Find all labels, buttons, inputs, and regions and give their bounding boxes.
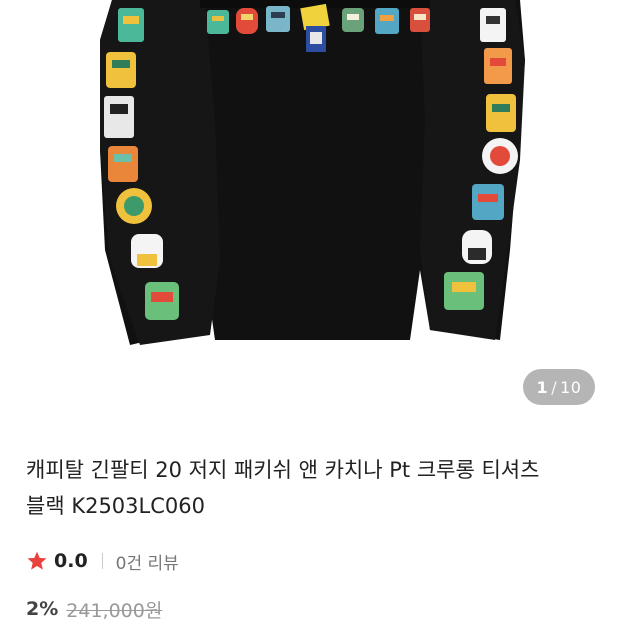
rating-value: 0.0: [54, 550, 88, 572]
divider: [101, 553, 103, 569]
discount-rate: 2%: [26, 598, 59, 620]
product-title: 캐피탈 긴팔티 20 저지 패키쉬 앤 카치나 Pt 크루롱 티셔츠 블랙 K2…: [26, 452, 596, 524]
product-image-carousel[interactable]: 1 / 10: [0, 0, 620, 415]
product-image: [100, 0, 525, 345]
pager-current: 1: [536, 377, 549, 397]
image-pager: 1 / 10: [523, 369, 595, 405]
product-title-line1: 캐피탈 긴팔티 20 저지 패키쉬 앤 카치나 Pt 크루롱 티셔츠: [26, 458, 540, 482]
pager-total: 10: [560, 377, 582, 397]
original-price: 241,000원: [66, 599, 163, 622]
product-title-line2: 블랙 K2503LC060: [26, 494, 205, 518]
star-icon: [27, 551, 47, 570]
review-count-link[interactable]: 0건 리뷰: [116, 549, 179, 574]
rating-row: 0.0 0건 리뷰: [26, 546, 179, 576]
pager-separator: /: [551, 377, 558, 397]
